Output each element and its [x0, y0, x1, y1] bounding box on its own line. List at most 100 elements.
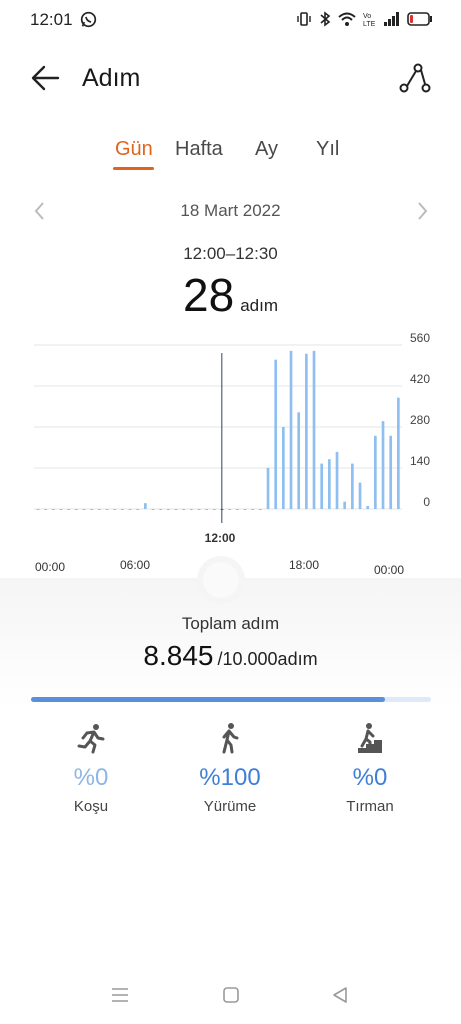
running-percent: %0	[73, 764, 109, 791]
chart-bar[interactable]	[305, 353, 308, 509]
chart-bar[interactable]	[59, 509, 63, 510]
y-tick-label: 280	[410, 413, 430, 427]
nav-back-icon[interactable]	[330, 986, 350, 1009]
route-icon[interactable]	[396, 60, 434, 98]
back-arrow-icon[interactable]	[28, 60, 64, 96]
activity-walking: %100 Yürüme	[160, 720, 300, 815]
chart-bar[interactable]	[167, 509, 170, 510]
chart-bar[interactable]	[105, 509, 109, 510]
total-value: 8.845	[143, 640, 214, 671]
home-icon[interactable]	[222, 986, 240, 1009]
chart-bar[interactable]	[328, 459, 331, 509]
y-tick-label: 420	[410, 372, 430, 386]
tab-day[interactable]: Gün	[115, 138, 153, 161]
total-steps: 8.845/10.000adım	[0, 640, 461, 672]
x-tick-label: 06:00	[120, 558, 150, 572]
chart-bar[interactable]	[82, 509, 86, 510]
steps-chart[interactable]: 560 420 280 140 0 00:00 06:00 12:00 18:00 00:00	[0, 325, 461, 585]
status-bar: 12:01 Vo LTE	[0, 0, 461, 40]
chart-bar[interactable]	[44, 509, 48, 510]
chart-bar[interactable]	[128, 509, 132, 510]
walking-icon	[160, 720, 300, 756]
chart-bar[interactable]	[374, 435, 377, 509]
chart-bar[interactable]	[358, 482, 362, 509]
status-icons: Vo LTE	[296, 11, 433, 32]
chart-bar[interactable]	[190, 509, 193, 510]
chart-bar[interactable]	[36, 509, 40, 510]
chart-bar[interactable]	[366, 506, 370, 509]
y-tick-label: 560	[410, 331, 430, 345]
goal-progress-bar	[31, 697, 431, 702]
bluetooth-icon	[319, 11, 331, 32]
tab-year[interactable]: Yıl	[316, 138, 339, 161]
goal-text: /10.000adım	[217, 649, 318, 669]
chart-bar[interactable]	[151, 509, 155, 510]
running-label: Koşu	[73, 798, 109, 815]
chart-bar[interactable]	[343, 501, 347, 509]
chart-bar[interactable]	[251, 509, 255, 510]
activity-running: %0 Koşu	[21, 720, 161, 815]
climbing-label: Tırman	[346, 798, 394, 815]
selected-range: 12:00–12:30	[183, 244, 278, 263]
selected-steps: 28	[183, 269, 235, 321]
chart-bar[interactable]	[389, 435, 393, 509]
chart-bar[interactable]	[113, 509, 117, 510]
chart-bar[interactable]	[274, 359, 278, 509]
chart-bar[interactable]	[174, 509, 178, 510]
chart-bar[interactable]	[351, 463, 354, 509]
menu-icon[interactable]	[110, 986, 130, 1009]
chart-bar[interactable]	[243, 509, 247, 510]
chart-bar[interactable]	[205, 509, 209, 510]
chart-bar[interactable]	[335, 451, 339, 509]
whatsapp-icon	[80, 11, 97, 33]
selected-unit: adım	[240, 296, 278, 315]
chart-bar[interactable]	[289, 350, 293, 509]
chevron-right-icon[interactable]	[412, 200, 432, 222]
chart-bar[interactable]	[320, 463, 324, 509]
tab-week[interactable]: Hafta	[175, 138, 223, 161]
chart-bar[interactable]	[282, 427, 285, 509]
chart-bar[interactable]	[297, 412, 301, 509]
svg-text:LTE: LTE	[363, 21, 376, 27]
chart-bar[interactable]	[121, 509, 124, 510]
chart-bar[interactable]	[213, 509, 216, 510]
tab-indicator	[113, 167, 154, 170]
walking-percent: %100	[199, 764, 261, 791]
chart-bar[interactable]	[67, 509, 71, 510]
chart-bar[interactable]	[266, 468, 270, 509]
total-label: Toplam adım	[181, 614, 280, 633]
chart-bar[interactable]	[136, 509, 140, 510]
signal-icon	[384, 12, 400, 31]
chart-bar[interactable]	[52, 509, 55, 510]
chart-bar[interactable]	[312, 350, 316, 509]
battery-icon	[407, 12, 433, 31]
chart-bar[interactable]	[144, 503, 147, 509]
date-label: 18 Mart 2022	[180, 201, 281, 220]
wifi-icon	[338, 12, 356, 32]
svg-text:Vo: Vo	[363, 13, 371, 20]
chart-bar[interactable]	[98, 509, 101, 510]
chart-bar[interactable]	[397, 397, 400, 509]
chart-bar[interactable]	[381, 421, 385, 509]
walking-label: Yürüme	[203, 798, 257, 815]
chart-bar[interactable]	[75, 509, 78, 510]
tab-month[interactable]: Ay	[255, 138, 278, 161]
chart-bar[interactable]	[228, 509, 232, 510]
chart-slider-handle[interactable]	[203, 562, 239, 598]
x-tick-label: 12:00	[205, 531, 236, 545]
x-tick-label: 00:00	[374, 563, 404, 577]
status-time: 12:01	[30, 10, 73, 29]
chart-bar[interactable]	[182, 509, 186, 510]
x-tick-label: 18:00	[289, 558, 319, 572]
y-tick-label: 140	[410, 454, 430, 468]
selected-value: 28 adım	[0, 268, 461, 322]
volte-icon: Vo LTE	[363, 11, 377, 32]
chart-bar[interactable]	[159, 509, 163, 510]
page-title: Adım	[82, 64, 141, 92]
y-tick-label: 0	[423, 495, 430, 509]
chart-bar[interactable]	[259, 509, 262, 510]
x-tick-label: 00:00	[35, 560, 65, 574]
chart-bar[interactable]	[197, 509, 201, 510]
chart-bar[interactable]	[90, 509, 94, 510]
chart-bar[interactable]	[236, 509, 239, 510]
